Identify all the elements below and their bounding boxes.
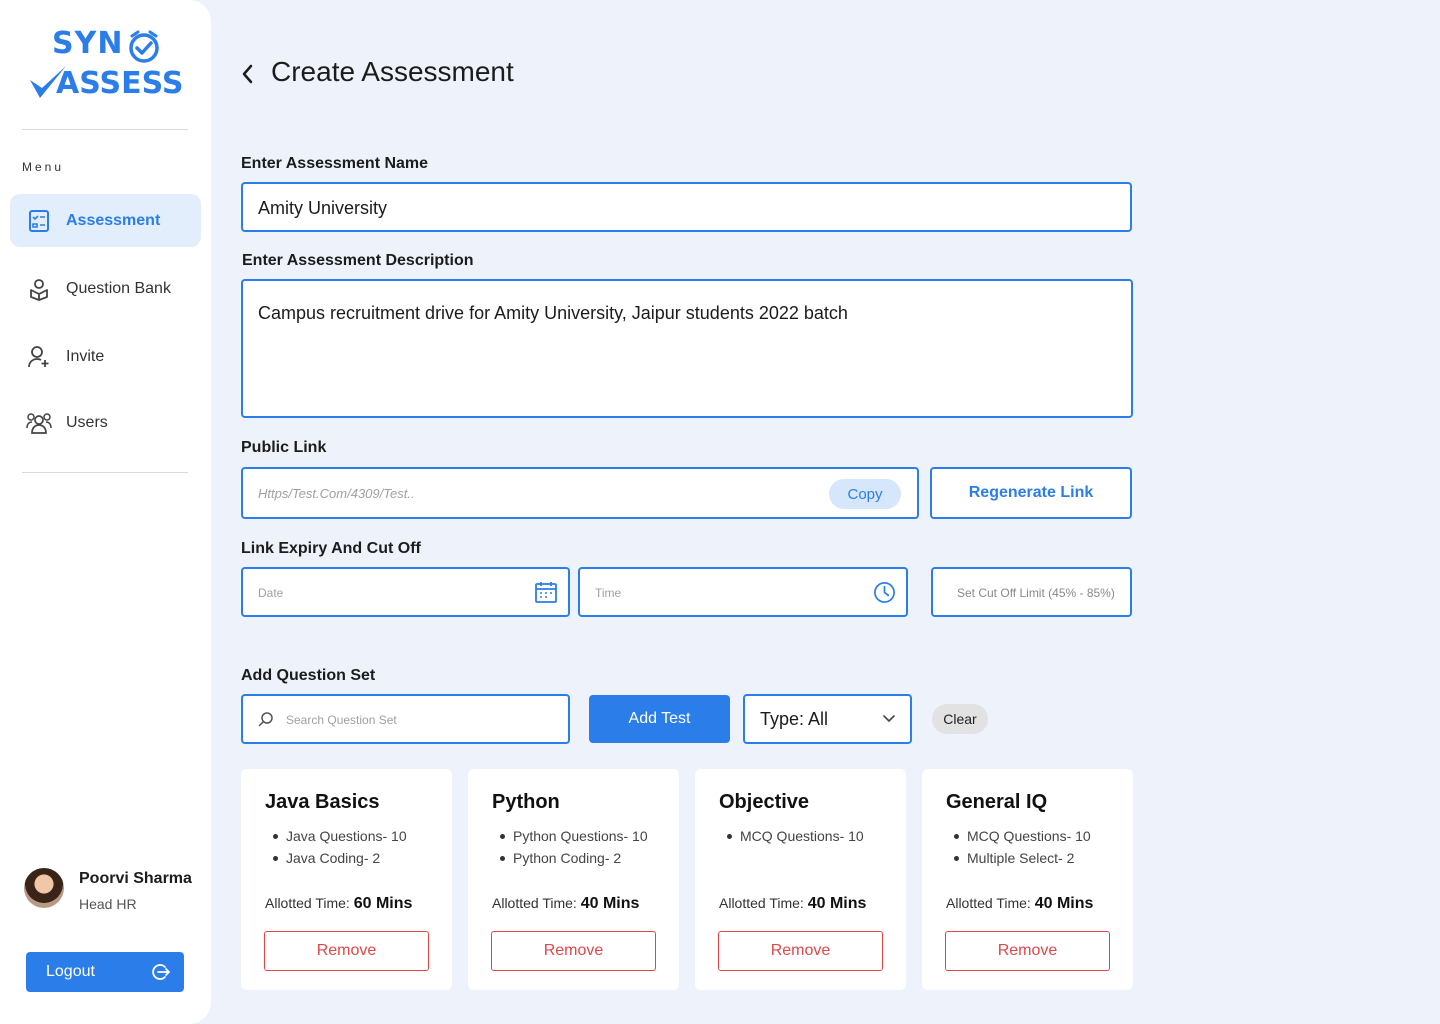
question-set-card-python: Python Python Questions- 10 Python Codin…: [468, 769, 679, 990]
public-link-field[interactable]: Https/Test.Com/4309/Test.. Copy: [241, 467, 919, 519]
remove-button[interactable]: Remove: [491, 931, 656, 971]
cutoff-limit-input[interactable]: Set Cut Off Limit (45% - 85%): [931, 567, 1132, 617]
expiry-time-input[interactable]: Time: [578, 567, 908, 617]
question-set-card-objective: Objective MCQ Questions- 10 Allotted Tim…: [695, 769, 906, 990]
card-item-list: MCQ Questions- 10 Multiple Select- 2: [954, 827, 1091, 871]
back-arrow-icon[interactable]: [238, 60, 258, 88]
card-item-list: MCQ Questions- 10: [727, 827, 864, 849]
question-bank-icon: [26, 276, 52, 302]
card-title: Objective: [719, 791, 810, 813]
public-link-label: Public Link: [241, 439, 327, 456]
search-question-set-input[interactable]: Search Question Set: [241, 694, 570, 744]
search-placeholder: Search Question Set: [286, 713, 397, 727]
menu-label: Menu: [22, 160, 65, 174]
logout-label: Logout: [46, 963, 95, 980]
logo-text-bottom: ASSESS: [56, 66, 184, 101]
users-icon: [26, 410, 52, 436]
checklist-icon: [26, 208, 52, 234]
card-item-list: Python Questions- 10 Python Coding- 2: [500, 827, 648, 871]
card-item-list: Java Questions- 10 Java Coding- 2: [273, 827, 407, 871]
sidebar-divider: [22, 129, 188, 130]
allotted-time-value: 60 Mins: [353, 895, 413, 912]
question-set-card-general-iq: General IQ MCQ Questions- 10 Multiple Se…: [922, 769, 1133, 990]
profile-role: Head HR: [79, 896, 137, 912]
copy-link-button[interactable]: Copy: [829, 479, 901, 509]
expiry-date-input[interactable]: Date: [241, 567, 570, 617]
cutoff-placeholder: Set Cut Off Limit (45% - 85%): [957, 586, 1115, 600]
list-item: MCQ Questions- 10: [727, 827, 864, 849]
sidebar-item-invite[interactable]: Invite: [10, 330, 201, 383]
synassess-logo[interactable]: SYN ASSESS: [28, 26, 183, 102]
logo-clock-icon: [129, 30, 159, 63]
card-title: Python: [492, 791, 560, 813]
list-item: Multiple Select- 2: [954, 849, 1091, 871]
search-icon: [258, 712, 273, 727]
sidebar-item-assessment[interactable]: Assessment: [10, 194, 201, 247]
sidebar-item-label: Invite: [66, 347, 105, 365]
card-title: Java Basics: [265, 791, 380, 813]
public-link-placeholder: Https/Test.Com/4309/Test..: [258, 486, 415, 501]
sidebar-item-question-bank[interactable]: Question Bank: [10, 262, 201, 315]
allotted-time-label: Allotted Time:: [265, 895, 350, 911]
card-title: General IQ: [946, 791, 1048, 813]
allotted-time-value: 40 Mins: [1034, 895, 1094, 912]
logout-button[interactable]: Logout: [26, 952, 184, 992]
logo-text-top: SYN: [52, 26, 124, 61]
regenerate-link-button[interactable]: Regenerate Link: [930, 467, 1132, 519]
allotted-time: Allotted Time: 60 Mins: [265, 895, 412, 913]
assessment-description-label: Enter Assessment Description: [242, 252, 474, 269]
logout-icon: [152, 964, 170, 980]
list-item: Python Coding- 2: [500, 849, 648, 871]
sidebar-divider: [22, 472, 188, 473]
assessment-description-textarea[interactable]: Campus recruitment drive for Amity Unive…: [241, 279, 1133, 418]
link-expiry-label: Link Expiry And Cut Off: [241, 540, 421, 557]
sidebar-item-label: Assessment: [66, 211, 161, 229]
avatar: [24, 868, 64, 908]
assessment-name-label: Enter Assessment Name: [241, 155, 429, 172]
page-title: Create Assessment: [271, 56, 514, 87]
add-test-button[interactable]: Add Test: [589, 695, 730, 743]
question-set-card-java-basics: Java Basics Java Questions- 10 Java Codi…: [241, 769, 452, 990]
list-item: Python Questions- 10: [500, 827, 648, 849]
allotted-time-value: 40 Mins: [580, 895, 640, 912]
remove-button[interactable]: Remove: [945, 931, 1110, 971]
list-item: Java Questions- 10: [273, 827, 407, 849]
clock-icon[interactable]: [873, 581, 896, 604]
chevron-down-icon: [883, 715, 895, 723]
clear-button[interactable]: Clear: [932, 704, 988, 734]
assessment-name-value: Amity University: [258, 198, 388, 218]
allotted-time-label: Allotted Time:: [492, 895, 577, 911]
sidebar: SYN ASSESS Menu Assessment Question Bank…: [0, 0, 211, 1024]
sidebar-item-label: Users: [66, 413, 108, 431]
remove-button[interactable]: Remove: [718, 931, 883, 971]
sidebar-item-label: Question Bank: [66, 279, 171, 297]
add-question-set-label: Add Question Set: [241, 667, 376, 684]
sidebar-item-users[interactable]: Users: [10, 396, 201, 449]
time-placeholder: Time: [595, 586, 622, 600]
user-profile[interactable]: Poorvi Sharma Head HR: [24, 868, 204, 918]
remove-button[interactable]: Remove: [264, 931, 429, 971]
type-filter-select[interactable]: Type: All: [743, 694, 912, 744]
assessment-description-value: Campus recruitment drive for Amity Unive…: [258, 303, 848, 323]
allotted-time-label: Allotted Time:: [946, 895, 1031, 911]
profile-name: Poorvi Sharma: [79, 870, 192, 887]
list-item: Java Coding- 2: [273, 849, 407, 871]
allotted-time: Allotted Time: 40 Mins: [492, 895, 639, 913]
allotted-time: Allotted Time: 40 Mins: [946, 895, 1093, 913]
calendar-icon[interactable]: [534, 580, 558, 604]
assessment-name-input[interactable]: Amity University: [241, 182, 1132, 232]
list-item: MCQ Questions- 10: [954, 827, 1091, 849]
allotted-time-value: 40 Mins: [807, 895, 867, 912]
add-user-icon: [26, 344, 52, 370]
type-filter-value: Type: All: [760, 708, 829, 729]
allotted-time-label: Allotted Time:: [719, 895, 804, 911]
allotted-time: Allotted Time: 40 Mins: [719, 895, 866, 913]
date-placeholder: Date: [258, 586, 284, 600]
